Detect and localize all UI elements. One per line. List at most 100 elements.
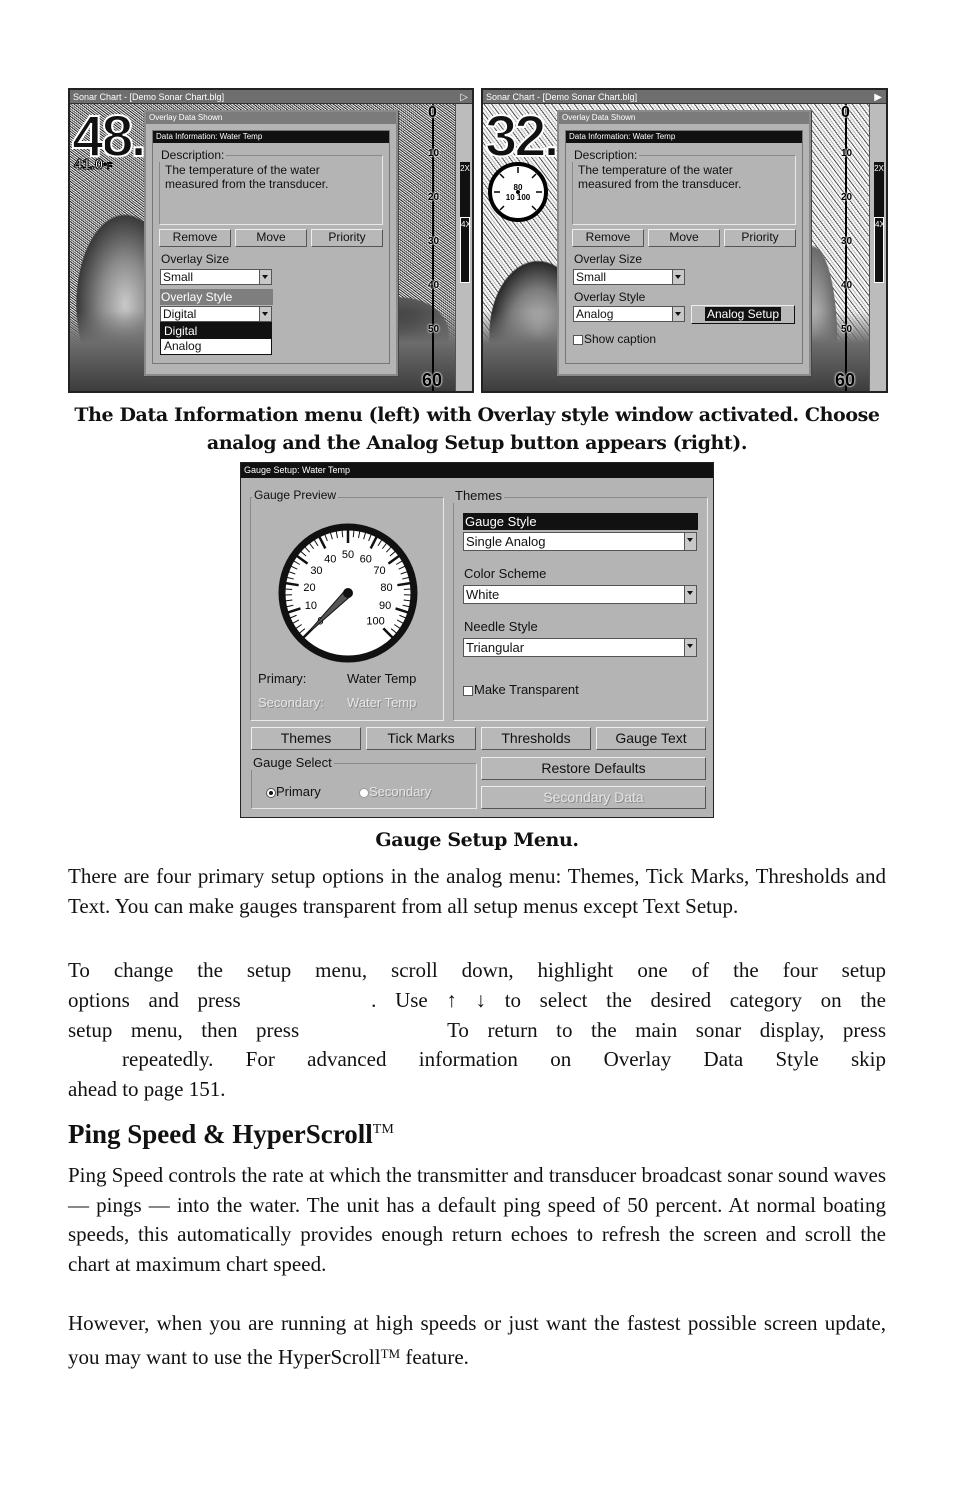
gauge-tick-label: 20: [303, 582, 315, 594]
depth-label: 10: [841, 148, 853, 159]
secondary-label: Secondary:: [258, 695, 324, 710]
show-caption-checkbox[interactable]: Show caption: [573, 332, 656, 346]
priority-button[interactable]: Priority: [311, 229, 383, 247]
play-arrow-icon[interactable]: ▷: [460, 91, 468, 105]
heading-text: Ping Speed & HyperScroll: [68, 1119, 373, 1149]
radio-secondary-label: Secondary: [369, 784, 432, 799]
depth-label: 40: [428, 280, 440, 291]
trademark-symbol: TM: [372, 1122, 394, 1137]
overlay-style-dropdown-list: Digital Analog: [160, 322, 272, 355]
paragraph-hyperscroll: However, when you are running at high sp…: [68, 1309, 886, 1372]
secondary-data-button[interactable]: Secondary Data: [481, 786, 706, 809]
play-arrow-icon[interactable]: ▶: [874, 91, 882, 105]
gauge-style-value: Single Analog: [466, 534, 546, 549]
dialog-title: Overlay Data Shown: [559, 112, 809, 124]
right-sonar-screenshot: Sonar Chart - [Demo Sonar Chart.blg] ▶ 0 …: [481, 88, 888, 393]
gauge-style-select[interactable]: Single Analog: [463, 532, 697, 551]
chevron-down-icon[interactable]: [684, 533, 696, 550]
radio-selected-icon[interactable]: [266, 787, 276, 798]
zoom-scale-bar[interactable]: 2X 4X: [455, 104, 472, 391]
color-scheme-select[interactable]: White: [463, 585, 697, 604]
make-transparent-label: Make Transparent: [474, 682, 579, 697]
overlay-style-label: Overlay Style: [160, 289, 273, 305]
radio-primary[interactable]: Primary: [266, 784, 321, 799]
window-title: Sonar Chart - [Demo Sonar Chart.blg]: [486, 92, 638, 102]
needle-style-value: Triangular: [466, 640, 525, 655]
gauge-tick-label: 10: [305, 600, 317, 612]
thresholds-tab-button[interactable]: Thresholds: [481, 727, 591, 750]
zoom-2x[interactable]: 2X: [460, 162, 470, 217]
figure-caption-1: The Data Information menu (left) with Ov…: [74, 404, 880, 454]
gauge-tick-label: 40: [324, 553, 336, 565]
zoom-2x[interactable]: 2X: [874, 162, 884, 217]
themes-group-label: Themes: [453, 488, 504, 503]
overlay-size-select[interactable]: Small: [573, 269, 685, 285]
radio-primary-label: Primary: [276, 784, 321, 799]
depth-label: 10: [428, 148, 440, 159]
overlay-style-select[interactable]: Analog: [573, 306, 685, 322]
color-scheme-value: White: [466, 587, 500, 602]
data-information-panel: Data Information: Water Temp Description…: [152, 130, 390, 364]
chevron-down-icon[interactable]: [684, 586, 696, 603]
zoom-4x[interactable]: 4X: [460, 217, 471, 283]
move-button[interactable]: Move: [648, 229, 720, 247]
zoom-scale-bar[interactable]: 2X 4X: [869, 104, 886, 391]
depth-label: 20: [841, 192, 853, 203]
restore-defaults-button[interactable]: Restore Defaults: [481, 757, 706, 780]
analog-setup-label: Analog Setup: [704, 307, 782, 321]
chevron-down-icon[interactable]: [684, 639, 696, 656]
needle-style-select[interactable]: Triangular: [463, 638, 697, 657]
paragraph-change-setup-line-4: repeatedly. For advanced information on …: [122, 1047, 886, 1071]
reading-unit: °F: [103, 161, 113, 172]
analog-gauge-overlay-icon: 80 10 100: [488, 162, 548, 222]
zoom-4x[interactable]: 4X: [874, 217, 885, 283]
chevron-down-icon[interactable]: [259, 270, 271, 284]
move-button[interactable]: Move: [235, 229, 307, 247]
gauge-tick-label: 100: [366, 616, 384, 628]
hyperscroll-text: However, when you are running at high sp…: [68, 1311, 886, 1369]
depth-label: 30: [841, 236, 853, 247]
chevron-down-icon[interactable]: [672, 307, 684, 321]
radio-secondary[interactable]: Secondary: [359, 784, 431, 799]
gauge-needle-hub: [343, 588, 353, 598]
make-transparent-checkbox[interactable]: Make Transparent: [463, 682, 579, 697]
remove-button[interactable]: Remove: [159, 229, 231, 247]
gauge-text-tab-button[interactable]: Gauge Text: [596, 727, 706, 750]
remove-button[interactable]: Remove: [572, 229, 644, 247]
overlay-data-dialog: Overlay Data Shown Data Information: Wat…: [144, 110, 398, 376]
minor-tick: [352, 530, 355, 538]
dropdown-option-analog[interactable]: Analog: [161, 339, 271, 354]
depth-label: 60: [422, 370, 443, 390]
secondary-overlay-reading: 41.0°F: [73, 156, 113, 174]
figure-caption-2: Gauge Setup Menu.: [375, 829, 579, 851]
gauge-tick-label: 60: [360, 553, 372, 565]
checkbox-icon[interactable]: [573, 334, 583, 345]
gauge-tick-label: 30: [310, 565, 322, 577]
radio-unselected-icon[interactable]: [359, 787, 369, 798]
tick-marks-tab-button[interactable]: Tick Marks: [366, 727, 476, 750]
section-heading: Ping Speed & HyperScrollTM: [68, 1119, 394, 1150]
gauge-tick-label: 80: [380, 582, 392, 594]
overlay-size-label: Overlay Size: [161, 252, 230, 266]
description-label: Description:: [572, 148, 640, 162]
gauge-tick-label: 50: [342, 549, 354, 561]
priority-button[interactable]: Priority: [724, 229, 796, 247]
gauge-preview: 0102030405060708090100: [278, 523, 418, 663]
checkbox-icon[interactable]: [463, 685, 473, 696]
overlay-style-select[interactable]: Digital: [160, 306, 272, 322]
gauge-tick-label: 70: [373, 565, 385, 577]
analog-setup-button[interactable]: Analog Setup: [691, 305, 795, 324]
themes-tab-button[interactable]: Themes: [251, 727, 361, 750]
depth-label: 0: [428, 104, 437, 121]
trademark-symbol: TM: [380, 1345, 401, 1361]
dialog-title: Overlay Data Shown: [146, 112, 396, 124]
chevron-down-icon[interactable]: [672, 270, 684, 284]
show-caption-label: Show caption: [584, 332, 657, 346]
depth-label: 50: [428, 324, 440, 335]
gauge-preview-label: Gauge Preview: [252, 488, 339, 502]
color-scheme-label: Color Scheme: [464, 566, 547, 581]
panel-title: Data Information: Water Temp: [566, 131, 802, 143]
overlay-size-select[interactable]: Small: [160, 269, 272, 285]
chevron-down-icon[interactable]: [259, 307, 271, 321]
dropdown-option-digital[interactable]: Digital: [161, 323, 271, 339]
